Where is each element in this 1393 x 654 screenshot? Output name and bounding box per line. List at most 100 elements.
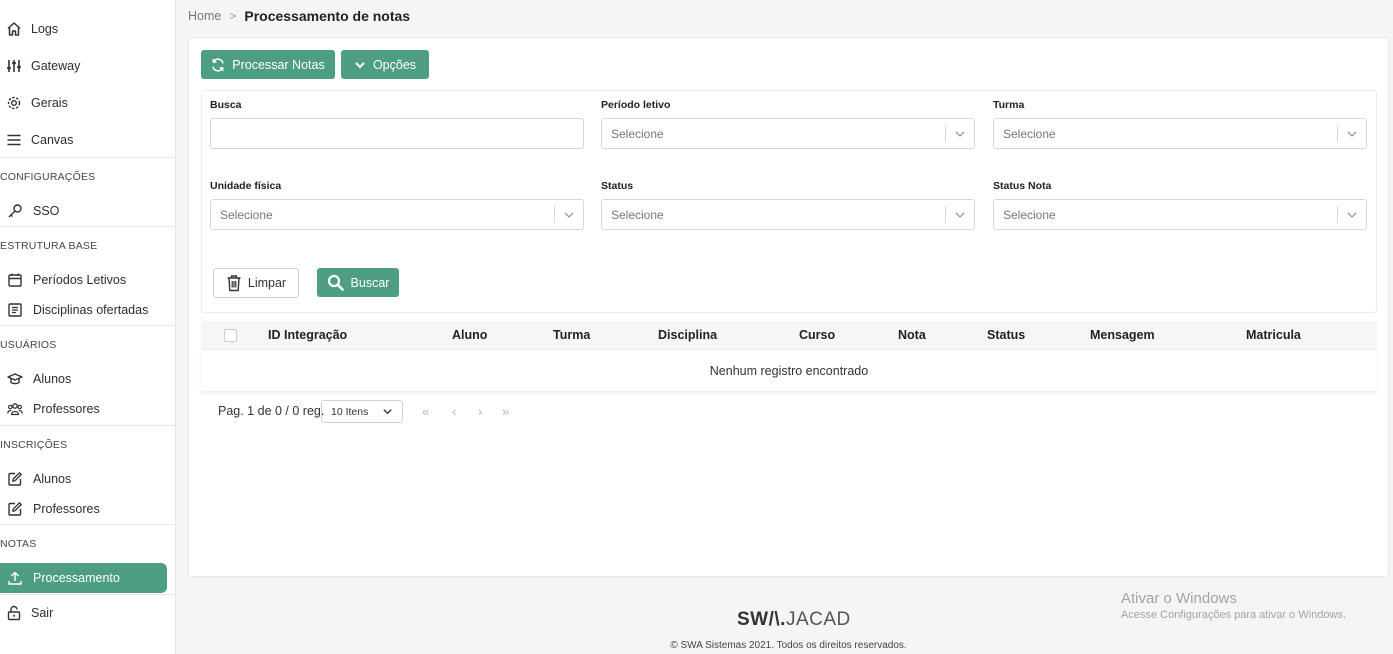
search-label: Buscar (350, 275, 390, 290)
chevron-down-icon (1338, 209, 1366, 221)
search-icon (327, 274, 344, 291)
sidebar-item-label: Canvas (31, 133, 74, 147)
sidebar-item-sso[interactable]: SSO (0, 197, 176, 225)
footer-copyright: © SWA Sistemas 2021. Todos os direitos r… (670, 640, 907, 651)
sidebar-item-label: Períodos Letivos (33, 273, 127, 287)
sidebar-item-label: SSO (33, 204, 60, 218)
options-button[interactable]: Opções (341, 50, 429, 79)
periodo-letivo-select[interactable]: Selecione (601, 118, 975, 149)
select-placeholder: Selecione (220, 207, 273, 222)
sidebar-section-title: USUÁRIOS (0, 339, 57, 351)
sidebar-item-inscricoes-professores[interactable]: Professores (0, 495, 176, 523)
sidebar-section-title: INSCRIÇÕES (0, 439, 68, 451)
turma-select[interactable]: Selecione (993, 118, 1367, 149)
refresh-icon (211, 57, 225, 72)
sidebar-item-processamento[interactable]: Processamento (0, 563, 167, 593)
select-placeholder: Selecione (1003, 207, 1056, 222)
prev-page-button[interactable]: ‹ (452, 404, 456, 419)
column-header-turma[interactable]: Turma (553, 328, 590, 342)
sidebar-item-canvas[interactable]: Canvas (0, 126, 176, 154)
sidebar-item-sair[interactable]: Sair (0, 599, 176, 627)
column-header-aluno[interactable]: Aluno (452, 328, 487, 342)
footer-logo: SW/\.JACAD (737, 609, 851, 631)
book-icon (7, 302, 23, 318)
first-page-button[interactable]: « (422, 404, 429, 419)
options-label: Opções (372, 57, 417, 72)
sidebar-item-usuarios-alunos[interactable]: Alunos (0, 365, 176, 393)
column-header-id-integracao[interactable]: ID Integração (268, 328, 347, 342)
select-all-checkbox[interactable] (224, 329, 237, 342)
column-header-disciplina[interactable]: Disciplina (658, 328, 717, 342)
sidebar-section-title: CONFIGURAÇÕES (0, 171, 96, 183)
gear-icon (6, 95, 22, 111)
sidebar-item-gerais[interactable]: Gerais (0, 89, 176, 117)
periodo-letivo-label: Período letivo (601, 99, 671, 111)
sidebar-divider (0, 425, 176, 426)
key-icon (7, 203, 23, 219)
sidebar-item-inscricoes-alunos[interactable]: Alunos (0, 465, 176, 493)
home-icon (6, 21, 22, 37)
sidebar-item-logs[interactable]: Logs (0, 15, 176, 43)
status-select[interactable]: Selecione (601, 199, 975, 230)
select-placeholder: Selecione (611, 126, 664, 141)
process-notes-label: Processar Notas (232, 57, 325, 72)
sidebar-divider (0, 524, 176, 525)
windows-activation-title: Ativar o Windows (1121, 590, 1237, 607)
sidebar-item-label: Professores (33, 402, 100, 416)
next-page-button[interactable]: › (478, 404, 482, 419)
busca-input[interactable] (210, 118, 584, 149)
edit-icon (7, 471, 23, 487)
chevron-down-icon (555, 209, 583, 221)
column-header-status[interactable]: Status (987, 328, 1025, 342)
lock-icon (6, 605, 22, 621)
status-nota-label: Status Nota (993, 180, 1052, 192)
table-header (201, 321, 1377, 350)
column-header-nota[interactable]: Nota (898, 328, 926, 342)
sidebar-divider (0, 226, 176, 227)
chevron-down-icon (382, 406, 393, 417)
users-icon (7, 401, 23, 417)
sidebar-divider (0, 594, 176, 595)
sidebar-section-title: NOTAS (0, 538, 37, 550)
unidade-fisica-select[interactable]: Selecione (210, 199, 584, 230)
sidebar-item-label: Processamento (33, 571, 120, 585)
status-label: Status (601, 180, 634, 192)
process-notes-button[interactable]: Processar Notas (201, 50, 335, 79)
sidebar-item-label: Disciplinas ofertadas (33, 303, 149, 317)
upload-icon (7, 570, 23, 586)
graduation-cap-icon (7, 371, 23, 387)
sidebar-item-label: Alunos (33, 472, 72, 486)
column-header-curso[interactable]: Curso (799, 328, 835, 342)
breadcrumb: Home > Processamento de notas (188, 7, 410, 25)
chevron-down-icon (946, 128, 974, 140)
chevron-down-icon (354, 59, 366, 71)
unidade-fisica-label: Unidade física (210, 180, 282, 192)
table-empty-row: Nenhum registro encontrado (201, 350, 1377, 391)
chevron-down-icon (946, 209, 974, 221)
sidebar-divider (0, 325, 176, 326)
sidebar: Logs Gateway Gerais Canvas CONFIGURAÇÕES… (0, 0, 176, 654)
sidebar-item-disciplinas-ofertadas[interactable]: Disciplinas ofertadas (0, 296, 176, 324)
breadcrumb-home-link[interactable]: Home (188, 9, 221, 23)
column-header-matricula[interactable]: Matricula (1246, 328, 1301, 342)
last-page-button[interactable]: » (502, 404, 509, 419)
search-button[interactable]: Buscar (317, 268, 399, 297)
sidebar-item-label: Alunos (33, 372, 72, 386)
sidebar-item-label: Logs (31, 22, 59, 36)
page-size-value: 10 Itens (331, 405, 369, 418)
sidebar-section-title: ESTRUTURA BASE (0, 240, 98, 252)
pagination-summary: Pag. 1 de 0 / 0 reg. (218, 404, 325, 418)
column-header-mensagem[interactable]: Mensagem (1090, 328, 1155, 342)
sidebar-item-usuarios-professores[interactable]: Professores (0, 395, 176, 423)
sidebar-item-periodos-letivos[interactable]: Períodos Letivos (0, 266, 176, 294)
sidebar-item-label: Professores (33, 502, 100, 516)
calendar-icon (7, 272, 23, 288)
clear-button[interactable]: Limpar (213, 268, 299, 298)
menu-icon (6, 132, 22, 148)
select-placeholder: Selecione (1003, 126, 1056, 141)
status-nota-select[interactable]: Selecione (993, 199, 1367, 230)
clear-label: Limpar (247, 276, 287, 290)
sidebar-item-gateway[interactable]: Gateway (0, 52, 176, 80)
page-size-select[interactable]: 10 Itens (321, 400, 403, 423)
sliders-icon (6, 58, 22, 74)
